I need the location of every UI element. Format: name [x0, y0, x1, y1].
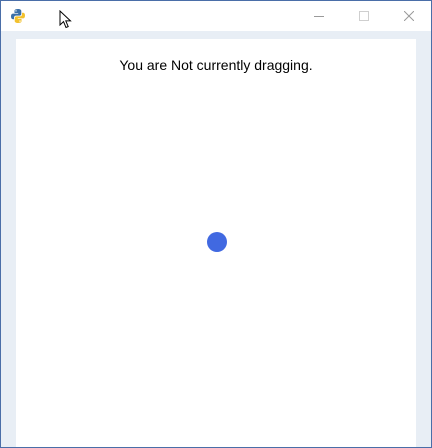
- title-bar[interactable]: [1, 1, 431, 31]
- minimize-button[interactable]: [296, 1, 342, 31]
- client-area: You are Not currently dragging.: [1, 31, 431, 447]
- minimize-icon: [314, 11, 324, 21]
- maximize-icon: [359, 11, 369, 21]
- app-window: You are Not currently dragging.: [0, 0, 432, 448]
- python-icon: [10, 8, 26, 24]
- draggable-dot[interactable]: [207, 232, 227, 252]
- arrow-cursor-icon: [59, 9, 73, 29]
- close-button[interactable]: [386, 1, 431, 31]
- drag-canvas[interactable]: You are Not currently dragging.: [16, 39, 416, 447]
- maximize-button[interactable]: [341, 1, 387, 31]
- drag-status-label: You are Not currently dragging.: [119, 57, 313, 73]
- close-icon: [404, 11, 414, 21]
